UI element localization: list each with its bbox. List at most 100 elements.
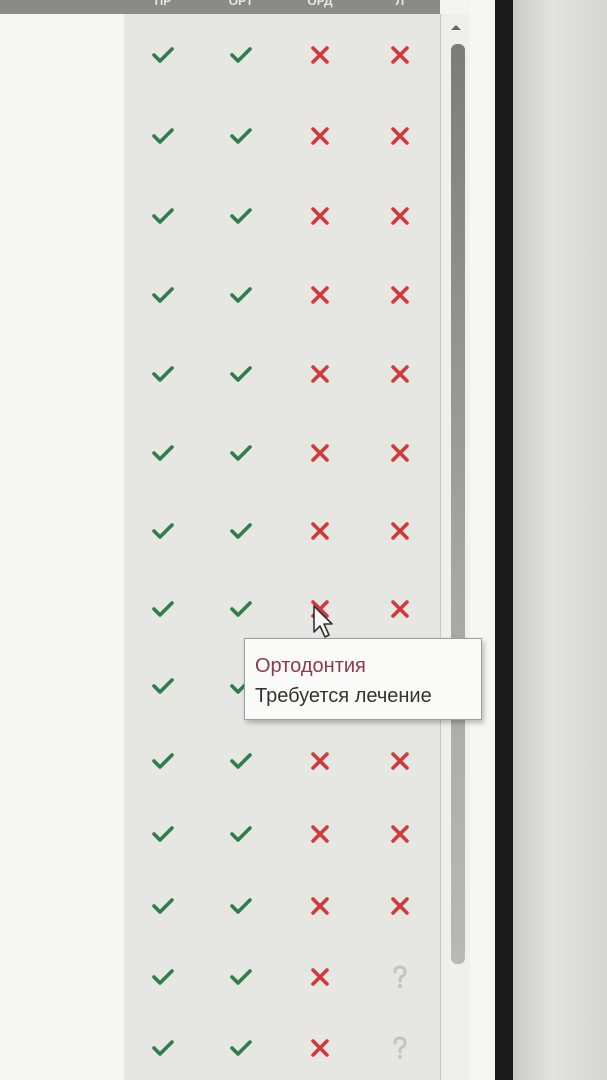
cell-ord[interactable] xyxy=(280,334,361,414)
row-label-cell[interactable] xyxy=(0,724,125,798)
cell-ort[interactable] xyxy=(202,1012,281,1080)
row-label-cell[interactable] xyxy=(0,798,125,870)
row-label-cell[interactable] xyxy=(0,492,125,570)
table-row[interactable] xyxy=(0,414,441,493)
column-header-ort[interactable]: ОРТ xyxy=(202,0,280,14)
table-row[interactable] xyxy=(0,724,441,799)
table-row[interactable] xyxy=(0,96,441,177)
cell-ort[interactable] xyxy=(202,942,281,1012)
cross-icon xyxy=(309,750,331,772)
cell-pr[interactable] xyxy=(124,648,203,724)
cell-pr[interactable] xyxy=(124,96,203,176)
check-icon xyxy=(151,521,175,541)
cell-l[interactable] xyxy=(360,14,441,96)
cell-ort[interactable] xyxy=(202,96,281,176)
cell-l[interactable] xyxy=(360,256,441,334)
table-row[interactable] xyxy=(0,256,441,335)
cell-pr[interactable] xyxy=(124,942,203,1012)
cell-pr[interactable] xyxy=(124,414,203,492)
cell-pr[interactable] xyxy=(124,798,203,870)
check-icon xyxy=(229,521,253,541)
cell-l[interactable] xyxy=(360,724,441,798)
row-label-cell[interactable] xyxy=(0,414,125,492)
table-row[interactable] xyxy=(0,14,441,97)
cross-icon xyxy=(389,205,411,227)
check-icon xyxy=(229,896,253,916)
cell-ord[interactable] xyxy=(280,942,361,1012)
cell-pr[interactable] xyxy=(124,256,203,334)
table-row[interactable] xyxy=(0,942,441,1013)
row-label-cell[interactable] xyxy=(0,96,125,176)
check-icon xyxy=(229,1038,253,1058)
cell-ort[interactable] xyxy=(202,176,281,256)
row-label-cell[interactable] xyxy=(0,256,125,334)
cell-ort[interactable] xyxy=(202,14,281,96)
table-row[interactable] xyxy=(0,492,441,571)
cell-ord[interactable] xyxy=(280,492,361,570)
cell-l[interactable] xyxy=(360,1012,441,1080)
cell-ord[interactable] xyxy=(280,798,361,870)
monitor-bezel xyxy=(495,0,513,1080)
cross-icon xyxy=(309,442,331,464)
cross-icon xyxy=(309,895,331,917)
cell-pr[interactable] xyxy=(124,1012,203,1080)
column-header-ord[interactable]: ОРД xyxy=(280,0,360,14)
check-icon xyxy=(229,967,253,987)
cell-ord[interactable] xyxy=(280,176,361,256)
row-label-cell[interactable] xyxy=(0,1012,125,1080)
cell-ort[interactable] xyxy=(202,334,281,414)
cell-pr[interactable] xyxy=(124,724,203,798)
column-header-l[interactable]: Л xyxy=(360,0,440,14)
row-label-cell[interactable] xyxy=(0,570,125,648)
cell-pr[interactable] xyxy=(124,14,203,96)
check-icon xyxy=(229,364,253,384)
cell-ort[interactable] xyxy=(202,570,281,648)
cell-l[interactable] xyxy=(360,798,441,870)
cell-pr[interactable] xyxy=(124,870,203,942)
cross-icon xyxy=(309,44,331,66)
cell-ord[interactable] xyxy=(280,870,361,942)
table-row[interactable] xyxy=(0,798,441,871)
cell-ort[interactable] xyxy=(202,492,281,570)
cell-ort[interactable] xyxy=(202,724,281,798)
row-label-cell[interactable] xyxy=(0,648,125,724)
table-row[interactable] xyxy=(0,176,441,257)
cell-ord[interactable] xyxy=(280,1012,361,1080)
cell-l[interactable] xyxy=(360,96,441,176)
cell-ort[interactable] xyxy=(202,870,281,942)
cell-ort[interactable] xyxy=(202,798,281,870)
row-label-cell[interactable] xyxy=(0,176,125,256)
table-row[interactable] xyxy=(0,334,441,415)
cell-pr[interactable] xyxy=(124,176,203,256)
row-label-cell[interactable] xyxy=(0,942,125,1012)
cell-ord[interactable] xyxy=(280,14,361,96)
cell-ord[interactable] xyxy=(280,256,361,334)
check-icon xyxy=(151,967,175,987)
check-icon xyxy=(151,896,175,916)
cell-l[interactable] xyxy=(360,492,441,570)
cell-ort[interactable] xyxy=(202,414,281,492)
cell-ord[interactable] xyxy=(280,414,361,492)
cell-l[interactable] xyxy=(360,570,441,648)
table-row[interactable] xyxy=(0,1012,441,1080)
row-label-cell[interactable] xyxy=(0,14,125,96)
check-icon xyxy=(151,824,175,844)
cell-ord[interactable] xyxy=(280,96,361,176)
cell-ort[interactable] xyxy=(202,256,281,334)
column-header-pr[interactable]: ПР xyxy=(124,0,202,14)
cell-pr[interactable] xyxy=(124,492,203,570)
cell-l[interactable] xyxy=(360,942,441,1012)
cell-l[interactable] xyxy=(360,414,441,492)
cell-l[interactable] xyxy=(360,870,441,942)
cell-ord[interactable] xyxy=(280,724,361,798)
row-label-cell[interactable] xyxy=(0,870,125,942)
table-row[interactable] xyxy=(0,870,441,943)
cell-l[interactable] xyxy=(360,334,441,414)
cell-pr[interactable] xyxy=(124,334,203,414)
cell-pr[interactable] xyxy=(124,570,203,648)
scroll-up-arrow-icon[interactable] xyxy=(448,20,464,34)
scrollbar-thumb[interactable] xyxy=(451,44,465,964)
cell-l[interactable] xyxy=(360,176,441,256)
cross-icon xyxy=(309,1037,331,1059)
row-label-cell[interactable] xyxy=(0,334,125,414)
